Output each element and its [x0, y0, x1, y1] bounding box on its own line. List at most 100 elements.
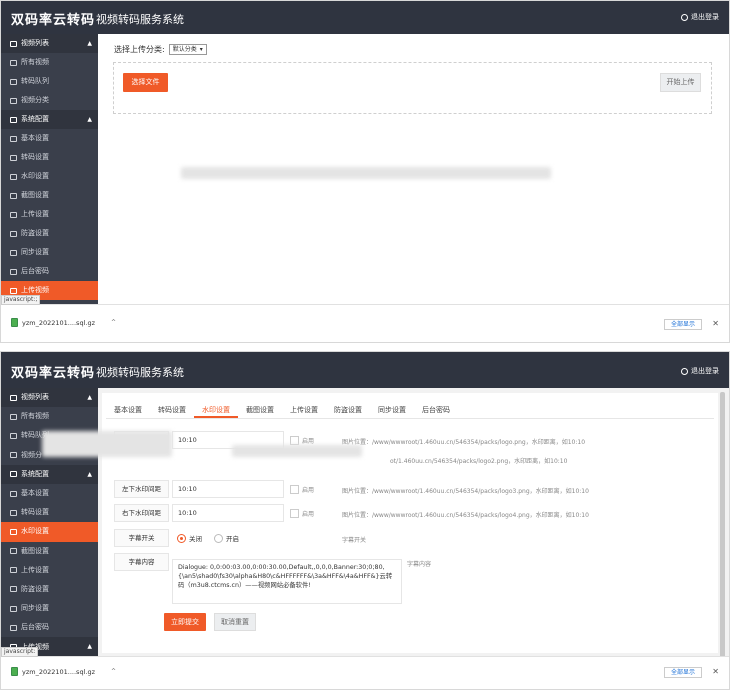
sidebar-item[interactable]: 上传设置	[1, 561, 98, 580]
radio-on[interactable]: 开启	[214, 533, 239, 543]
logout-link[interactable]: 退出登录	[681, 12, 719, 22]
sidebar-item[interactable]: 同步设置	[1, 599, 98, 618]
sidebar-item[interactable]: 基本设置	[1, 129, 98, 148]
settings-tab[interactable]: 转码设置	[150, 404, 194, 418]
download-item[interactable]: yzm_2022101....sql.gz ^	[11, 318, 116, 327]
sidebar-item-label: 截图设置	[21, 191, 49, 199]
sidebar-icon	[10, 490, 17, 497]
enable-checkbox[interactable]: 启用	[290, 508, 314, 518]
settings-tab[interactable]: 基本设置	[106, 404, 150, 418]
sidebar-item[interactable]: 所有视频	[1, 407, 98, 426]
sidebar-item[interactable]: 视频列表 ▲	[1, 388, 98, 408]
sidebar-item[interactable]: 同步设置	[1, 243, 98, 262]
sidebar-item[interactable]: 后台密码	[1, 618, 98, 637]
sidebar-icon	[10, 509, 17, 516]
subtitle-switch-label: 字幕开关	[114, 529, 169, 547]
radio-off[interactable]: 关闭	[177, 533, 202, 543]
watermark-row-hint: 图片位置：/www/wwwroot/1.460uu.cn/546354/pack…	[342, 512, 589, 519]
sidebar-item[interactable]: 转码队列	[1, 72, 98, 91]
settings-tab[interactable]: 后台密码	[414, 404, 458, 418]
upload-dropzone[interactable]: 选择文件 开始上传	[113, 62, 712, 114]
subtitle-content-textarea[interactable]: Dialogue: 0,0:00:03.00,0:00:30.00,Defaul…	[172, 559, 402, 604]
watermark-row: 左下水印间距 10:10 启用	[114, 480, 314, 498]
subtitle-content-row: 字幕内容	[114, 553, 169, 571]
subtitle-content-hint: 字幕内容	[407, 561, 432, 568]
vertical-scrollbar[interactable]	[720, 392, 725, 658]
sidebar-item[interactable]: 截图设置	[1, 542, 98, 561]
sidebar-item[interactable]: 系统配置 ▲	[1, 110, 98, 129]
sidebar-icon	[10, 40, 17, 47]
sidebar-item[interactable]: 防盗设置	[1, 224, 98, 243]
settings-tab[interactable]: 防盗设置	[326, 404, 370, 418]
watermark-spacing-input[interactable]: 10:10	[172, 504, 284, 522]
top-bar: 双码率云转码 视频转码服务系统 退出登录	[1, 1, 729, 34]
logout-link[interactable]: 退出登录	[681, 366, 719, 376]
sidebar-item-label: 同步设置	[21, 248, 49, 256]
sidebar-item-label: 所有视频	[21, 412, 49, 421]
power-icon	[681, 367, 688, 375]
logout-label: 退出登录	[691, 13, 719, 21]
watermark-row: 右下水印间距 10:10 启用	[114, 504, 314, 522]
sidebar-item[interactable]: 系统配置 ▲	[1, 464, 98, 484]
blurred-region	[42, 431, 172, 457]
download-item[interactable]: yzm_2022101....sql.gz ^	[11, 667, 116, 676]
logout-label: 退出登录	[691, 367, 719, 375]
chevron-up-icon[interactable]: ^	[111, 668, 116, 675]
sidebar-item[interactable]: 水印设置	[1, 522, 98, 542]
enable-checkbox-label: 启用	[302, 437, 315, 445]
download-file-name: yzm_2022101....sql.gz	[22, 318, 95, 327]
sidebar-item[interactable]: 防盗设置	[1, 580, 98, 599]
sidebar-item[interactable]: 后台密码	[1, 262, 98, 281]
sidebar-item[interactable]: 水印设置	[1, 167, 98, 186]
sidebar-icon	[10, 287, 17, 294]
watermark-row-hint: ot/1.460uu.cn/546354/packs/logo2.png，水印距…	[390, 458, 568, 465]
settings-tab[interactable]: 同步设置	[370, 404, 414, 418]
reset-button[interactable]: 取消重置	[214, 613, 256, 631]
archive-file-icon	[11, 667, 18, 676]
submit-button[interactable]: 立即提交	[164, 613, 206, 631]
sidebar-item[interactable]: 视频分类	[1, 91, 98, 110]
brand-logo: 双码率云转码	[11, 13, 96, 28]
archive-file-icon	[11, 318, 18, 327]
category-select[interactable]: 默认分类 ▾	[168, 44, 207, 55]
blurred-region	[232, 445, 362, 457]
caret-up-icon: ▲	[87, 116, 92, 123]
radio-on-label: 开启	[226, 535, 239, 543]
sidebar-item[interactable]: 转码设置	[1, 503, 98, 522]
watermark-spacing-input[interactable]: 10:10	[172, 480, 284, 498]
sidebar-item-label: 上传设置	[21, 565, 49, 574]
chevron-up-icon[interactable]: ^	[111, 319, 116, 326]
settings-tab[interactable]: 截图设置	[238, 404, 282, 418]
sidebar-icon	[10, 173, 17, 180]
caret-up-icon: ▲	[87, 470, 92, 478]
choose-file-button[interactable]: 选择文件	[123, 73, 168, 92]
sidebar-icon	[10, 192, 17, 199]
sidebar-item-label: 水印设置	[21, 172, 49, 180]
show-all-button[interactable]: 全部显示	[664, 319, 702, 330]
caret-up-icon: ▲	[87, 394, 92, 401]
enable-checkbox[interactable]: 启用	[290, 484, 314, 494]
sidebar-item[interactable]: 截图设置	[1, 186, 98, 205]
sidebar-item[interactable]: 基本设置	[1, 484, 98, 503]
subtitle-switch-row: 字幕开关 关闭 开启	[114, 529, 251, 547]
close-icon[interactable]: ✕	[712, 319, 719, 328]
close-icon[interactable]: ✕	[712, 667, 719, 676]
checkbox-icon	[290, 508, 299, 518]
sidebar-icon	[10, 624, 17, 631]
checkbox-icon	[290, 484, 299, 494]
show-all-button[interactable]: 全部显示	[664, 667, 702, 678]
settings-tab[interactable]: 水印设置	[194, 404, 238, 418]
settings-tab[interactable]: 上传设置	[282, 404, 326, 418]
sidebar-item-label: 水印设置	[21, 527, 49, 536]
sidebar-item-label: 转码队列	[21, 77, 49, 85]
sidebar-item[interactable]: 所有视频	[1, 53, 98, 72]
subtitle-content-label: 字幕内容	[114, 553, 169, 571]
sidebar-item[interactable]: 视频列表 ▲	[1, 34, 98, 53]
enable-checkbox[interactable]: 启用	[290, 435, 315, 445]
sidebar-item-label: 系统配置	[21, 115, 49, 123]
sidebar-item[interactable]: 转码设置	[1, 148, 98, 167]
start-upload-button[interactable]: 开始上传	[660, 73, 701, 92]
tab-divider	[106, 418, 714, 419]
settings-panel: 基本设置转码设置水印设置截图设置上传设置防盗设置同步设置后台密码 左上水印间距1…	[42, 393, 718, 653]
sidebar-item[interactable]: 上传设置	[1, 205, 98, 224]
